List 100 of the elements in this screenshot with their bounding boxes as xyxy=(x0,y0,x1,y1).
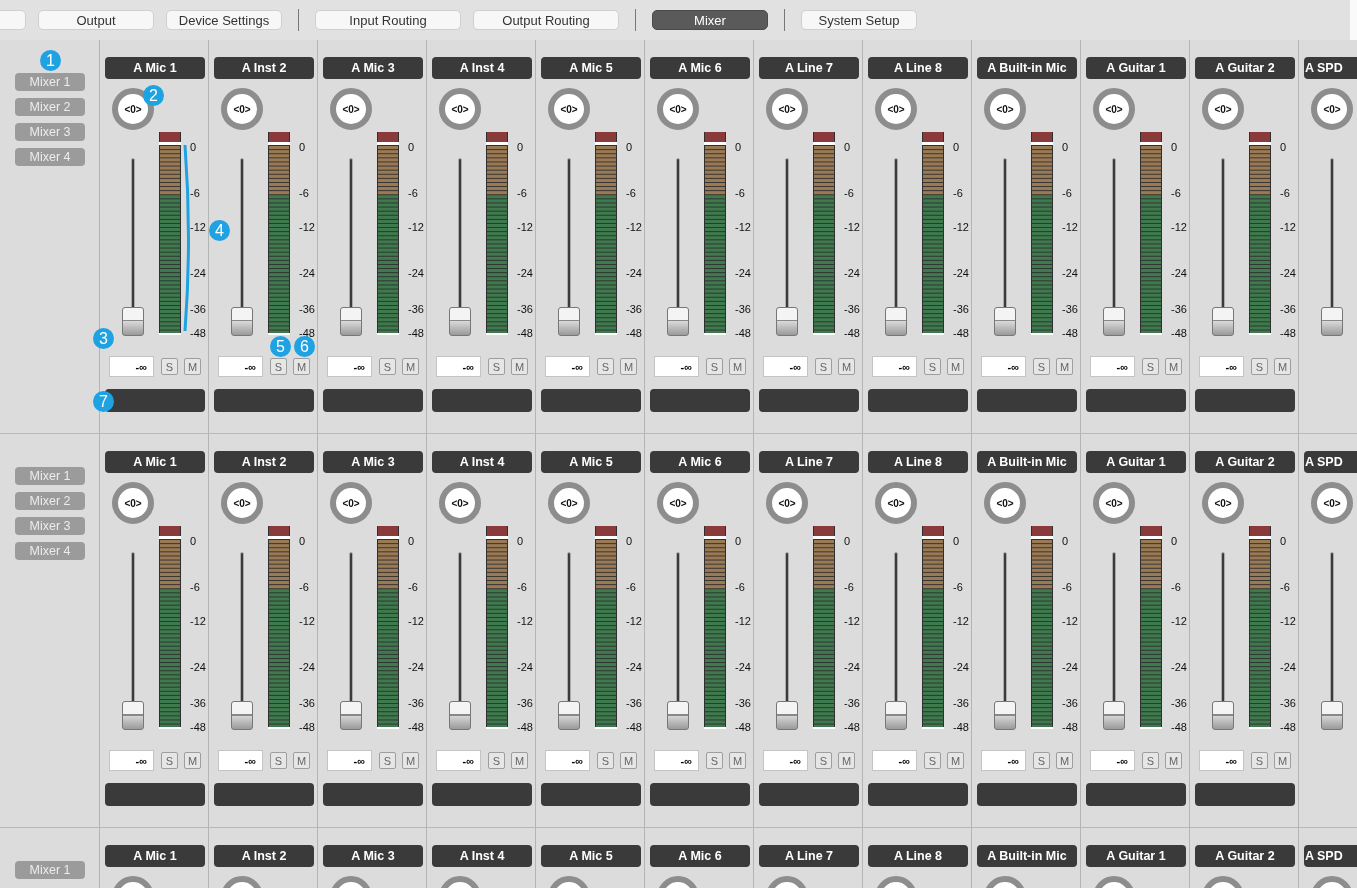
fader-thumb[interactable] xyxy=(1321,307,1343,336)
solo-button[interactable]: S xyxy=(488,752,505,769)
volume-fader[interactable] xyxy=(340,158,362,336)
solo-button[interactable]: S xyxy=(379,358,396,375)
mute-button[interactable]: M xyxy=(947,752,964,769)
volume-value-field[interactable]: -∞ xyxy=(327,750,372,771)
mute-button[interactable]: M xyxy=(511,358,528,375)
solo-button[interactable]: S xyxy=(270,752,287,769)
solo-button[interactable]: S xyxy=(924,752,941,769)
pan-knob[interactable]: <0> xyxy=(766,482,808,524)
pan-knob[interactable]: <0> xyxy=(221,88,263,130)
mute-button[interactable]: M xyxy=(620,752,637,769)
pan-knob[interactable]: <0> xyxy=(1093,482,1135,524)
pan-knob[interactable]: <0> xyxy=(439,88,481,130)
pan-knob[interactable]: <0> xyxy=(766,88,808,130)
volume-value-field[interactable]: -∞ xyxy=(1090,356,1135,377)
pan-knob[interactable]: <0> xyxy=(330,88,372,130)
solo-button[interactable]: S xyxy=(488,358,505,375)
mute-button[interactable]: M xyxy=(1165,752,1182,769)
volume-value-field[interactable]: -∞ xyxy=(872,750,917,771)
pan-knob[interactable]: <0> xyxy=(875,482,917,524)
solo-button[interactable]: S xyxy=(1251,358,1268,375)
tab[interactable]: Input Routing xyxy=(315,10,461,30)
pan-knob[interactable]: <0> xyxy=(1311,88,1353,130)
pan-knob[interactable]: <0> xyxy=(439,482,481,524)
fader-thumb[interactable] xyxy=(1212,307,1234,336)
volume-fader[interactable] xyxy=(885,552,907,730)
mute-button[interactable]: M xyxy=(184,752,201,769)
fader-thumb[interactable] xyxy=(558,307,580,336)
volume-value-field[interactable]: -∞ xyxy=(981,750,1026,771)
volume-fader[interactable] xyxy=(449,552,471,730)
solo-button[interactable]: S xyxy=(1251,752,1268,769)
solo-button[interactable]: S xyxy=(815,358,832,375)
fader-thumb[interactable] xyxy=(449,307,471,336)
fader-thumb[interactable] xyxy=(776,307,798,336)
fader-thumb[interactable] xyxy=(231,701,253,730)
tab[interactable]: Output xyxy=(38,10,154,30)
volume-value-field[interactable]: -∞ xyxy=(218,356,263,377)
fader-thumb[interactable] xyxy=(1103,701,1125,730)
mute-button[interactable]: M xyxy=(511,752,528,769)
volume-fader[interactable] xyxy=(122,552,144,730)
volume-fader[interactable] xyxy=(1103,552,1125,730)
volume-fader[interactable] xyxy=(667,158,689,336)
mute-button[interactable]: M xyxy=(1274,752,1291,769)
mute-button[interactable]: M xyxy=(1165,358,1182,375)
solo-button[interactable]: S xyxy=(1142,752,1159,769)
fader-thumb[interactable] xyxy=(1212,701,1234,730)
volume-fader[interactable] xyxy=(231,552,253,730)
fader-thumb[interactable] xyxy=(885,307,907,336)
solo-button[interactable]: S xyxy=(161,752,178,769)
fader-thumb[interactable] xyxy=(1321,701,1343,730)
volume-value-field[interactable]: -∞ xyxy=(109,356,154,377)
volume-value-field[interactable]: -∞ xyxy=(872,356,917,377)
pan-knob[interactable]: <0> xyxy=(875,88,917,130)
solo-button[interactable]: S xyxy=(1033,752,1050,769)
solo-button[interactable]: S xyxy=(924,358,941,375)
volume-value-field[interactable]: -∞ xyxy=(654,750,699,771)
volume-value-field[interactable]: -∞ xyxy=(763,356,808,377)
fader-thumb[interactable] xyxy=(1103,307,1125,336)
volume-fader[interactable] xyxy=(1321,552,1343,730)
fader-thumb[interactable] xyxy=(340,701,362,730)
mute-button[interactable]: M xyxy=(1056,752,1073,769)
volume-value-field[interactable]: -∞ xyxy=(109,750,154,771)
volume-fader[interactable] xyxy=(667,552,689,730)
pan-knob[interactable]: <0> xyxy=(330,482,372,524)
volume-value-field[interactable]: -∞ xyxy=(1090,750,1135,771)
volume-fader[interactable] xyxy=(558,158,580,336)
mute-button[interactable]: M xyxy=(293,752,310,769)
mute-button[interactable]: M xyxy=(402,752,419,769)
mute-button[interactable]: M xyxy=(620,358,637,375)
pan-knob[interactable]: <0> xyxy=(1311,482,1353,524)
tab[interactable]: System Setup xyxy=(801,10,917,30)
volume-fader[interactable] xyxy=(994,552,1016,730)
volume-value-field[interactable]: -∞ xyxy=(981,356,1026,377)
volume-fader[interactable] xyxy=(1212,552,1234,730)
pan-knob[interactable]: <0> xyxy=(1202,482,1244,524)
pan-knob[interactable]: <0> xyxy=(221,482,263,524)
fader-thumb[interactable] xyxy=(667,307,689,336)
fader-thumb[interactable] xyxy=(340,307,362,336)
solo-button[interactable]: S xyxy=(161,358,178,375)
mute-button[interactable]: M xyxy=(729,752,746,769)
tab[interactable]: Device Settings xyxy=(166,10,282,30)
volume-value-field[interactable]: -∞ xyxy=(545,356,590,377)
mute-button[interactable]: M xyxy=(293,358,310,375)
volume-fader[interactable] xyxy=(1103,158,1125,336)
volume-value-field[interactable]: -∞ xyxy=(763,750,808,771)
volume-value-field[interactable]: -∞ xyxy=(218,750,263,771)
pan-knob[interactable]: <0> xyxy=(657,88,699,130)
solo-button[interactable]: S xyxy=(597,358,614,375)
volume-fader[interactable] xyxy=(885,158,907,336)
mute-button[interactable]: M xyxy=(838,752,855,769)
solo-button[interactable]: S xyxy=(597,752,614,769)
volume-fader[interactable] xyxy=(994,158,1016,336)
pan-knob[interactable]: <0> xyxy=(1202,88,1244,130)
mute-button[interactable]: M xyxy=(729,358,746,375)
fader-thumb[interactable] xyxy=(231,307,253,336)
volume-fader[interactable] xyxy=(776,158,798,336)
solo-button[interactable]: S xyxy=(379,752,396,769)
volume-fader[interactable] xyxy=(1212,158,1234,336)
mute-button[interactable]: M xyxy=(402,358,419,375)
